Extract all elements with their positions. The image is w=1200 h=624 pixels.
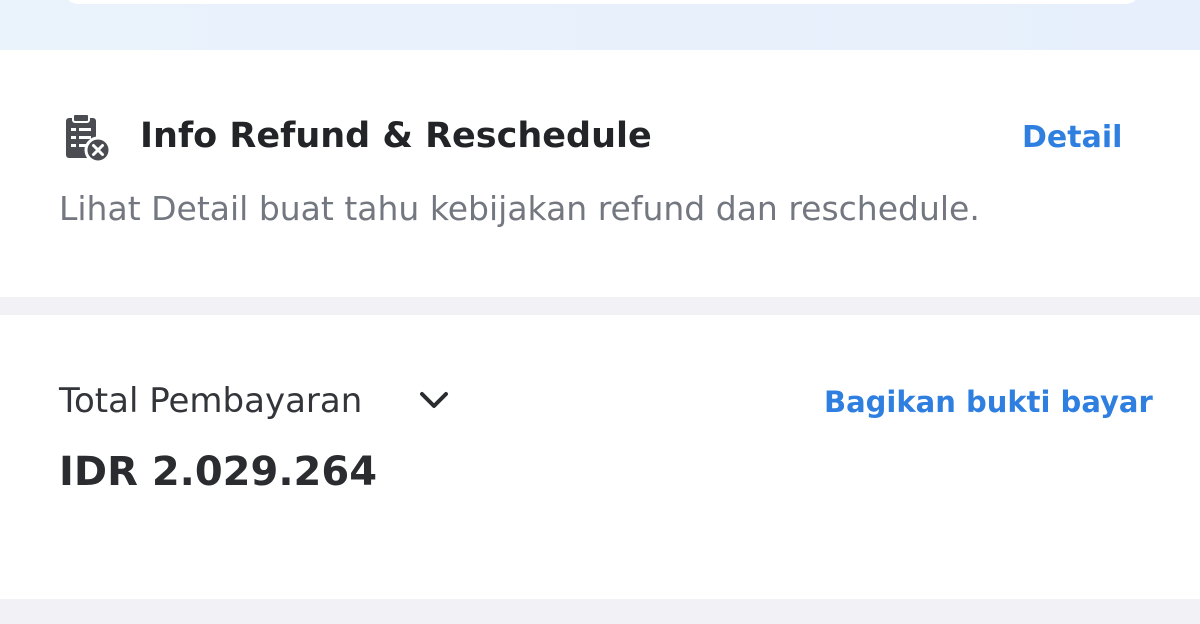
total-payment-label: Total Pembayaran — [59, 381, 363, 421]
share-payment-proof-link[interactable]: Bagikan bukti bayar — [824, 380, 1153, 424]
previous-card-edge — [64, 0, 1140, 4]
refund-section-title: Info Refund & Reschedule — [140, 116, 652, 156]
total-payment-amount: IDR 2.029.264 — [59, 449, 378, 495]
refund-description: Lihat Detail buat tahu kebijakan refund … — [59, 189, 980, 228]
detail-link[interactable]: Detail — [1022, 116, 1122, 160]
header-background — [0, 0, 1200, 50]
document-cancel-icon — [66, 113, 112, 164]
chevron-down-icon[interactable] — [412, 384, 456, 418]
refund-info-card — [0, 50, 1200, 297]
